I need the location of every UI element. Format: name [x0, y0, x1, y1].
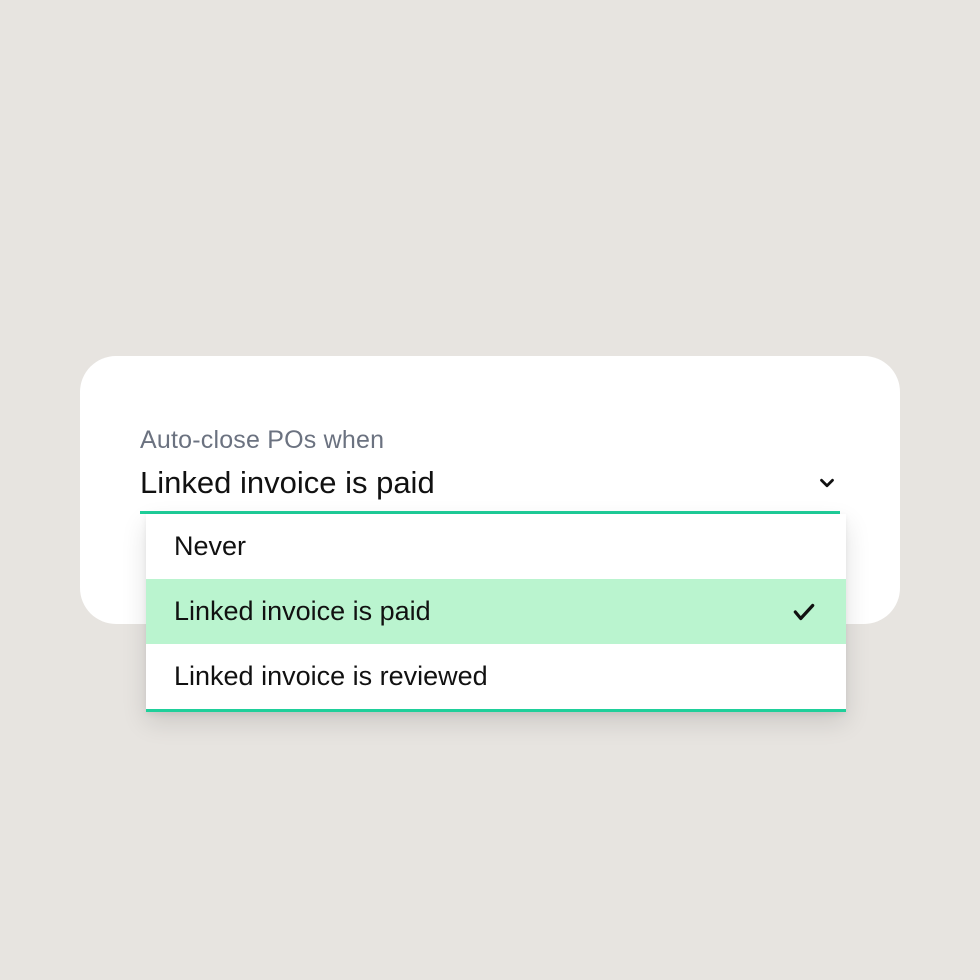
check-icon: [790, 598, 818, 626]
option-linked-invoice-paid[interactable]: Linked invoice is paid: [146, 579, 846, 644]
settings-card: Auto-close POs when Linked invoice is pa…: [80, 356, 900, 624]
field-label: Auto-close POs when: [140, 426, 840, 455]
option-label: Linked invoice is reviewed: [174, 661, 488, 692]
option-never[interactable]: Never: [146, 514, 846, 579]
select-dropdown: Never Linked invoice is paid Linked invo…: [146, 514, 846, 712]
option-label: Never: [174, 531, 246, 562]
select-value: Linked invoice is paid: [140, 465, 435, 501]
auto-close-select[interactable]: Linked invoice is paid: [140, 465, 840, 514]
option-label: Linked invoice is paid: [174, 596, 431, 627]
option-linked-invoice-reviewed[interactable]: Linked invoice is reviewed: [146, 644, 846, 709]
chevron-down-icon: [814, 470, 840, 496]
